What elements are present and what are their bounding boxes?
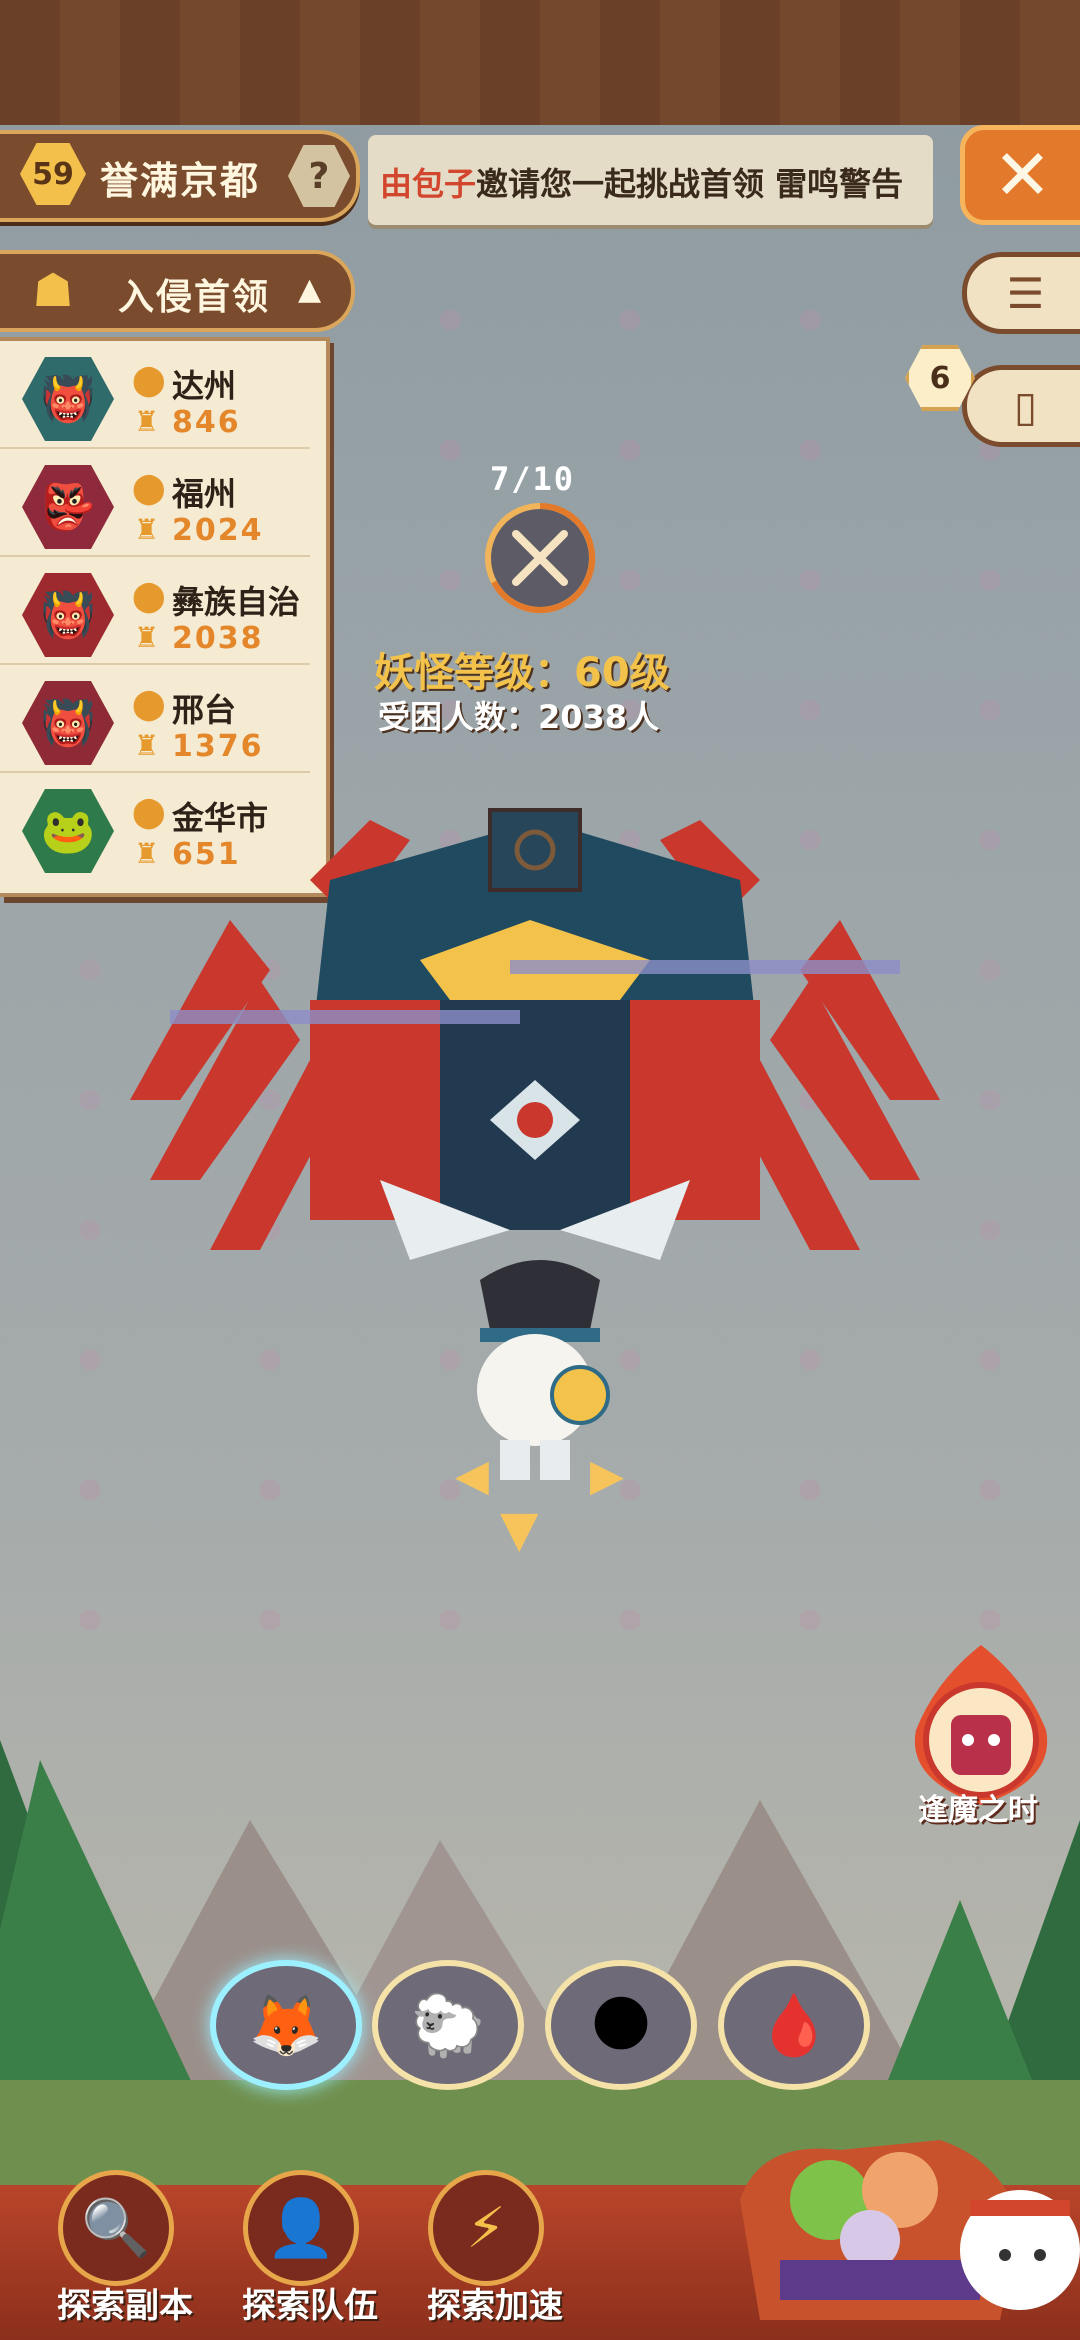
team-member-slot[interactable]: 🐑 [372,1960,524,2090]
crossed-swords-icon[interactable] [482,500,598,616]
boss-city: 达州 [172,367,237,405]
boss-avatar: 👹 [22,681,114,765]
location-pin-icon: ⬤ [132,363,166,398]
log-button[interactable]: ☰ [962,252,1080,334]
boss-city: 彝族自治 [172,583,301,621]
boss-score: 846 [172,405,241,440]
card-button[interactable]: ▯ [962,365,1080,447]
boss-list-item[interactable]: 👺 ⬤ ♜ 福州 2024 [0,449,310,557]
boss-score: 2038 [172,621,264,656]
trophy-icon: ♜ [134,621,160,654]
boss-avatar: 👹 [22,357,114,441]
invite-ticker[interactable]: 由包子邀请您一起挑战首领 雷鸣警告 [368,135,933,225]
bottom-nav-label: 探索队伍 [242,2286,378,2326]
event-label: 逢魔之时 [918,1793,1038,1828]
move-right-arrow-icon[interactable]: ▶ [590,1450,624,1501]
boss-score: 1376 [172,729,264,764]
demon-mask-icon: ☗ [32,263,74,317]
location-pin-icon: ⬤ [132,687,166,722]
boss-list-item[interactable]: 👹 ⬤ ♜ 达州 846 [0,341,310,449]
boss-city: 福州 [172,475,237,513]
close-icon: ✕ [993,134,1052,216]
team-icon: 👤 [243,2170,359,2286]
boss-list-item[interactable]: 👹 ⬤ ♜ 邢台 1376 [0,665,310,773]
ticker-player-name: 由包子 [380,165,477,203]
trophy-icon: ♜ [134,513,160,546]
explore-speedup-button[interactable]: ⚡ 探索加速 [400,2170,570,2340]
bottom-nav-label: 探索加速 [427,2286,563,2326]
challenge-progress: 7/10 [490,460,576,498]
ticker-message: 邀请您一起挑战首领 雷鸣警告 [476,165,904,203]
trophy-icon: ♜ [134,729,160,762]
explore-team-button[interactable]: 👤 探索队伍 [215,2170,385,2340]
magnifier-icon: 🔍 [58,2170,174,2286]
wood-header-background [0,0,1080,125]
boss-list-title: 入侵首领 [118,277,271,318]
move-left-arrow-icon[interactable]: ◀ [455,1450,489,1501]
log-icon: ☰ [1006,268,1045,318]
trapped-count: 受困人数：2038人 [378,698,660,736]
location-pin-icon: ⬤ [132,471,166,506]
team-member-slot[interactable]: 🩸 [718,1960,870,2090]
merchant-stall-sprite[interactable] [720,2080,1080,2340]
monster-level: 妖怪等级：60级 [374,650,670,696]
speedup-icon: ⚡ [428,2170,544,2286]
location-pin-icon: ⬤ [132,579,166,614]
caret-up-icon: ▲ [298,272,322,307]
card-icon: ▯ [1013,381,1038,431]
team-member-slot[interactable]: 🌑 [545,1960,697,2090]
close-button[interactable]: ✕ [960,125,1080,225]
explore-dungeon-button[interactable]: 🔍 探索副本 [30,2170,200,2340]
ticker-text: 由包子邀请您一起挑战首领 雷鸣警告 [380,159,903,205]
boss-avatar: 👺 [22,465,114,549]
boss-avatar: 👹 [22,573,114,657]
move-down-arrow-icon[interactable]: ▼ [500,1500,538,1558]
bottom-nav-label: 探索副本 [57,2286,193,2326]
team-member-slot[interactable]: 🦊 [210,1960,362,2090]
trophy-icon: ♜ [134,405,160,438]
boss-avatar: 🐸 [22,789,114,873]
boss-city: 邢台 [172,691,237,729]
boss-score: 2024 [172,513,264,548]
boss-list-item[interactable]: 👹 ⬤ ♜ 彝族自治 2038 [0,557,310,665]
region-name: 誉满京都 [100,159,261,203]
